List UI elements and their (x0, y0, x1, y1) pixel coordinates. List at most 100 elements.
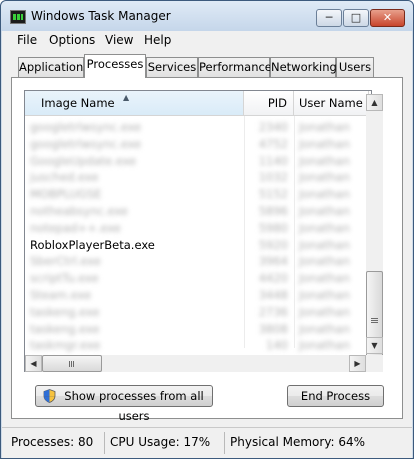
process-name-cell: taskmgr.exe (30, 338, 101, 353)
tab-services[interactable]: Services (146, 57, 198, 77)
process-pid-cell: 1032 (258, 170, 288, 185)
table-row[interactable]: RobloxPlayerBeta.exe 5920 Jonathan (25, 237, 369, 253)
table-row[interactable]: scriptTu.exe 4420 Jonathan (25, 270, 369, 286)
show-all-users-button[interactable]: Show processes from all users (35, 385, 213, 423)
process-name-cell: notheabsync.exe (30, 204, 129, 218)
status-bar: Processes: 80 CPU Usage: 17% Physical Me… (2, 427, 412, 458)
menu-help[interactable]: Help (144, 33, 171, 47)
end-process-button[interactable]: End Process (287, 385, 384, 407)
process-pid-cell: 5152 (258, 187, 288, 202)
vertical-scrollbar[interactable]: ▲ ▼ (366, 94, 383, 371)
scroll-down-icon[interactable]: ▼ (366, 337, 383, 354)
tab-performance[interactable]: Performance (198, 57, 272, 77)
process-name-cell: SberCtrl.exe (30, 254, 101, 269)
status-divider (224, 432, 225, 454)
column-user-name-label: User Name (299, 96, 363, 110)
column-user-name[interactable]: User Name (294, 91, 369, 116)
table-row[interactable]: googletrlwsync.exe 4752 Jonathan (25, 136, 369, 152)
process-name-cell: Steam.exe (30, 288, 92, 302)
process-user-cell: Jonathan (299, 237, 350, 252)
process-user-cell: Jonathan (299, 136, 350, 151)
table-row[interactable]: taskeng.exe 2736 Jonathan (25, 304, 369, 320)
title-bar[interactable]: Windows Task Manager ─ □ ✕ (1, 1, 413, 31)
task-manager-window: Windows Task Manager ─ □ ✕ File Options … (0, 0, 414, 459)
process-pid-cell: 3448 (258, 288, 288, 302)
table-row[interactable]: taskeng.exe 3808 Jonathan (25, 321, 369, 337)
process-user-cell: Jonathan (299, 170, 350, 185)
process-pid-cell: 2340 (258, 120, 288, 134)
process-pid-cell: 1140 (258, 153, 288, 168)
table-row[interactable]: notepad++.exe 5980 Jonathan (25, 220, 369, 236)
menu-bar: File Options View Help (2, 31, 412, 49)
status-processes: Processes: 80 (11, 435, 94, 449)
table-row[interactable]: notheabsync.exe 5896 Jonathan (25, 203, 369, 219)
process-list[interactable]: Image Name ▲ PID User Name googletrlwsyn… (24, 90, 372, 372)
process-user-cell: Jonathan (299, 120, 350, 134)
grip-icon (71, 361, 72, 367)
grip-icon (73, 361, 74, 367)
status-divider (104, 432, 105, 454)
process-name-cell: taskeng.exe (30, 304, 100, 319)
maximize-button[interactable]: □ (343, 9, 369, 27)
process-name-cell: GoogleUpdate.exe (30, 153, 137, 168)
close-button[interactable]: ✕ (370, 9, 405, 27)
process-user-cell: Jonathan (299, 187, 350, 202)
scroll-left-icon[interactable]: ◀ (25, 355, 42, 372)
column-pid[interactable]: PID (244, 91, 294, 116)
end-process-label: End Process (300, 389, 371, 403)
menu-file[interactable]: File (17, 33, 37, 47)
sort-ascending-icon: ▲ (123, 93, 130, 102)
process-pid-cell: 5920 (258, 237, 288, 252)
table-row[interactable]: taskmgr.exe 140 Jonathan (25, 337, 369, 353)
process-pid-cell: 3808 (258, 321, 288, 336)
process-pid-cell: 3964 (258, 254, 288, 269)
table-row[interactable]: SberCtrl.exe 3964 Jonathan (25, 253, 369, 269)
tab-processes[interactable]: Processes (84, 54, 146, 78)
uac-shield-icon (43, 389, 56, 403)
column-image-name-label: Image Name (41, 96, 115, 110)
scroll-right-icon[interactable]: ▶ (349, 355, 366, 372)
column-image-name[interactable]: Image Name ▲ (25, 91, 244, 116)
process-pid-cell: 2736 (258, 304, 288, 319)
process-user-cell: Jonathan (299, 204, 350, 218)
horizontal-scrollbar[interactable]: ◀ ▶ (25, 355, 366, 372)
window-title: Windows Task Manager (31, 9, 171, 23)
tab-applications[interactable]: Applications (18, 57, 89, 77)
menu-view[interactable]: View (105, 33, 133, 47)
minimize-button[interactable]: ─ (316, 9, 342, 27)
process-name-cell: notepad++.exe (30, 220, 121, 235)
process-pid-cell: 4752 (258, 136, 288, 151)
tab-users[interactable]: Users (336, 57, 374, 77)
process-name-cell: RobloxPlayerBeta.exe (30, 237, 155, 252)
column-pid-label: PID (267, 96, 287, 110)
horizontal-scroll-thumb[interactable] (42, 355, 102, 372)
table-row[interactable]: GoogleUpdate.exe 1140 Jonathan (25, 153, 369, 169)
process-name-cell: MOBPLUGSE (30, 187, 102, 202)
table-row[interactable]: Steam.exe 3448 Jonathan (25, 287, 369, 303)
scroll-up-icon[interactable]: ▲ (366, 94, 383, 111)
grip-icon (371, 322, 378, 323)
client-area: Applications Processes Services Performa… (2, 49, 412, 427)
process-pid-cell: 5980 (258, 220, 288, 235)
table-row[interactable]: jusched.exe 1032 Jonathan (25, 169, 369, 185)
scroll-corner (366, 355, 383, 372)
process-pid-cell: 5896 (258, 204, 288, 218)
process-pid-cell: 140 (266, 338, 288, 353)
table-row[interactable]: MOBPLUGSE 5152 Jonathan (25, 186, 369, 202)
menu-options[interactable]: Options (49, 33, 95, 47)
process-user-cell: Jonathan (299, 304, 350, 319)
process-name-cell: scriptTu.exe (30, 271, 99, 286)
process-user-cell: Jonathan (299, 338, 350, 353)
process-name-cell: jusched.exe (30, 170, 99, 185)
table-row[interactable]: googletrlwsync.exe 2340 Jonathan (25, 119, 369, 135)
process-name-cell: googletrlwsync.exe (30, 120, 142, 134)
process-user-cell: Jonathan (299, 321, 350, 336)
status-physical-memory: Physical Memory: 64% (230, 435, 366, 449)
process-user-cell: Jonathan (299, 220, 350, 235)
grip-icon (69, 361, 70, 367)
process-user-cell: Jonathan (299, 271, 350, 286)
process-user-cell: Jonathan (299, 254, 350, 269)
tab-networking[interactable]: Networking (270, 57, 337, 77)
process-pid-cell: 4420 (258, 271, 288, 286)
grip-icon (371, 320, 378, 321)
